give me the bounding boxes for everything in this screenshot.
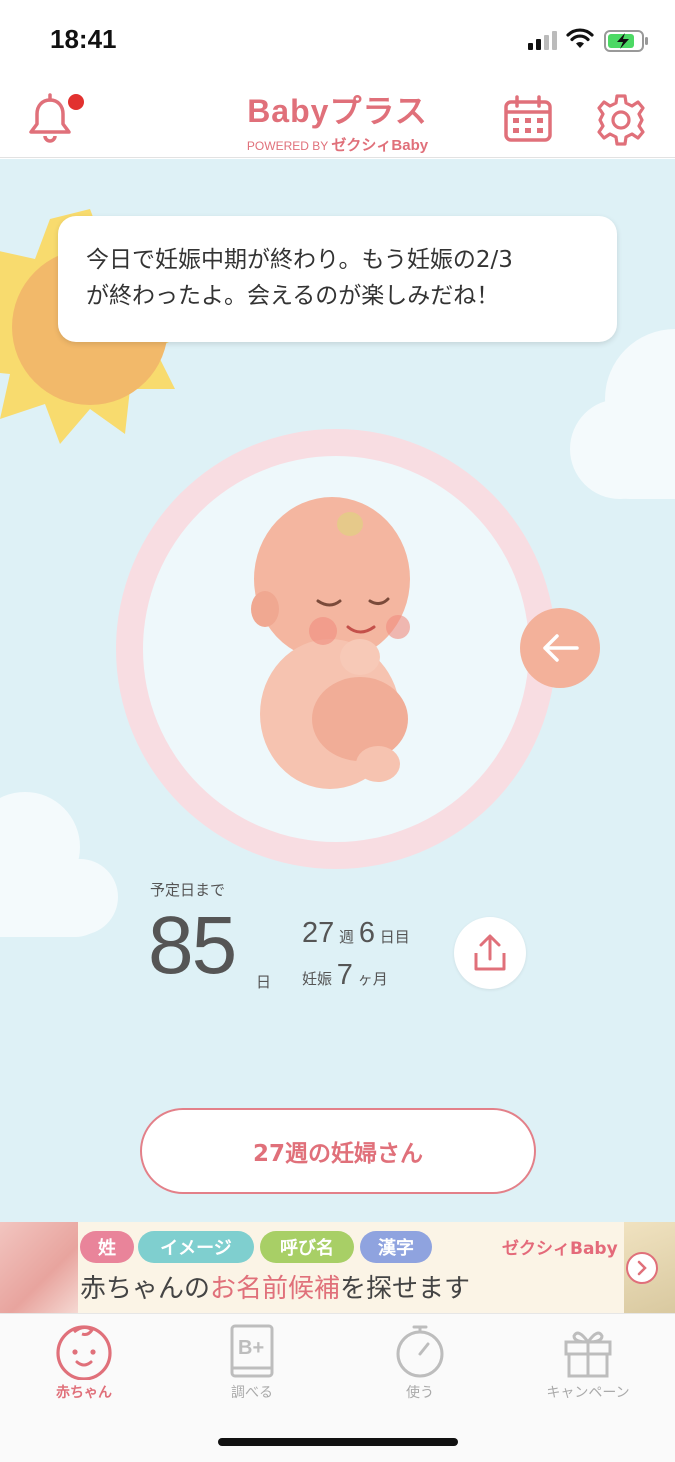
cloud-illustration — [570, 329, 675, 499]
cellular-signal-icon — [528, 31, 557, 50]
banner-title-post: を探せます — [340, 1274, 471, 1304]
previous-week-button[interactable] — [520, 608, 600, 688]
day-unit: 日目 — [379, 928, 410, 946]
app-header: Babyプラス POWERED BY ゼクシィBaby — [0, 80, 675, 158]
banner-tag-nickname: 呼び名 — [260, 1231, 354, 1263]
message-line-1: 今日で妊娠中期が終わり。もう妊娠の2/3 — [86, 247, 513, 273]
svg-text:B+: B+ — [238, 1337, 264, 1359]
banner-title-pre: 赤ちゃんの — [80, 1274, 211, 1304]
wifi-icon — [566, 28, 594, 48]
share-icon — [474, 934, 506, 971]
tab-campaign[interactable]: キャンペーン — [504, 1322, 672, 1402]
baby-face-icon — [56, 1325, 112, 1380]
arrow-left-icon — [543, 634, 579, 662]
banner-tag-image: イメージ — [138, 1231, 254, 1263]
banner-illustration — [0, 1222, 78, 1313]
week-number: 27 — [302, 917, 335, 949]
gestational-week: 27 週 6 日目 — [302, 917, 410, 950]
home-indicator[interactable] — [218, 1438, 458, 1446]
cloud-illustration — [0, 792, 118, 937]
notification-dot — [68, 94, 84, 110]
status-bar: 18:41 — [0, 0, 675, 80]
logo-powered: POWERED BY — [246, 139, 329, 153]
logo-subtitle: POWERED BY ゼクシィBaby — [200, 134, 475, 155]
app-logo: Babyプラス POWERED BY ゼクシィBaby — [200, 86, 475, 155]
baby-message-bubble: 今日で妊娠中期が終わり。もう妊娠の2/3 が終わったよ。会えるのが楽しみだね！ — [58, 216, 617, 342]
status-time: 18:41 — [50, 24, 117, 54]
pregnancy-month: 妊娠 7 ヶ月 — [302, 959, 388, 992]
tab-campaign-label: キャンペーン — [546, 1385, 630, 1401]
gift-icon — [564, 1331, 612, 1378]
month-number: 7 — [336, 959, 353, 991]
banner-title: 赤ちゃんのお名前候補を探せます — [80, 1268, 470, 1305]
week-info-button[interactable]: 27週の妊婦さん — [140, 1108, 536, 1194]
due-date-label: 予定日まで — [150, 881, 226, 899]
tab-baby-label: 赤ちゃん — [56, 1385, 112, 1401]
fetus-illustration[interactable] — [220, 489, 440, 789]
pregnancy-scene: 今日で妊娠中期が終わり。もう妊娠の2/3 が終わったよ。会えるのが楽しみだね！ … — [0, 159, 675, 1222]
banner-next-button[interactable] — [626, 1252, 658, 1284]
banner-title-highlight: お名前候補 — [210, 1274, 341, 1304]
pregnancy-prefix: 妊娠 — [302, 970, 333, 988]
tab-baby[interactable]: 赤ちゃん — [0, 1322, 168, 1402]
logo-title: Babyプラス — [247, 93, 428, 129]
stopwatch-icon — [396, 1325, 444, 1378]
battery-charging-icon — [604, 30, 648, 52]
banner-tag-surname: 姓 — [80, 1231, 134, 1263]
days-unit: 日 — [256, 973, 272, 991]
week-unit: 週 — [339, 928, 355, 946]
days-until-due: 85 — [148, 900, 237, 991]
tab-tools[interactable]: 使う — [336, 1322, 504, 1402]
tab-tools-label: 使う — [406, 1385, 434, 1401]
chevron-right-icon — [637, 1260, 647, 1276]
gear-icon[interactable] — [593, 92, 649, 148]
banner-brand: ゼクシィBaby — [502, 1239, 618, 1259]
tab-research-label: 調べる — [231, 1385, 273, 1401]
message-line-2: が終わったよ。会えるのが楽しみだね！ — [86, 283, 500, 309]
book-icon: B+ — [230, 1324, 274, 1378]
share-button[interactable] — [454, 917, 526, 989]
baby-names-banner[interactable]: 姓 イメージ 呼び名 漢字 ゼクシィBaby 赤ちゃんのお名前候補を探せます — [0, 1222, 675, 1313]
banner-tag-kanji: 漢字 — [360, 1231, 432, 1263]
logo-brand: ゼクシィBaby — [331, 137, 429, 154]
tab-research[interactable]: B+ 調べる — [168, 1322, 336, 1402]
calendar-icon[interactable] — [500, 92, 556, 148]
month-unit: ヶ月 — [357, 970, 388, 988]
day-number: 6 — [358, 917, 375, 949]
